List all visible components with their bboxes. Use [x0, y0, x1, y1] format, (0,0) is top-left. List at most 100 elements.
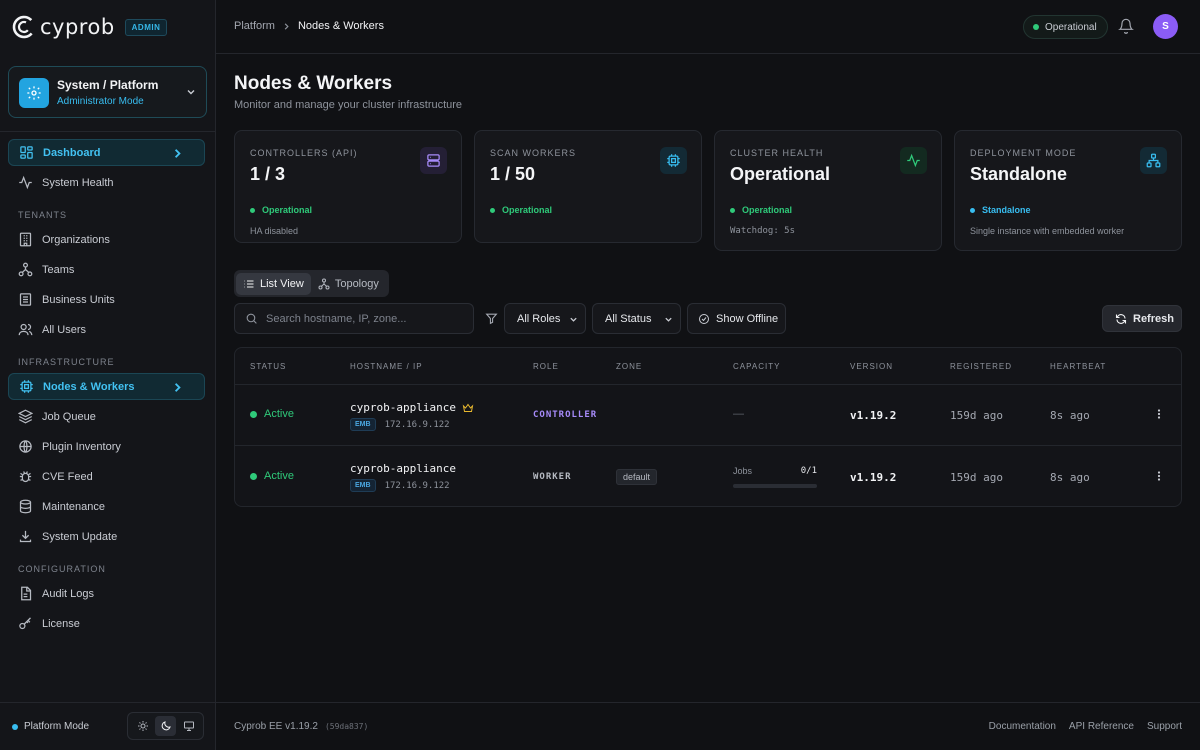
sidebar-item-label: Plugin Inventory — [42, 440, 121, 453]
more-options-icon[interactable] — [1153, 408, 1165, 420]
documentation-link[interactable]: Documentation — [989, 721, 1056, 732]
sidebar-item-all-users[interactable]: All Users — [8, 316, 205, 343]
network-icon — [1140, 147, 1167, 174]
file-icon — [21, 586, 32, 601]
dashboard-icon — [20, 146, 33, 159]
table-row[interactable]: Active cyprob-appliance EMB 172.16.9.122… — [235, 385, 1181, 446]
status-dot-icon — [250, 410, 257, 418]
refresh-icon — [1115, 313, 1127, 324]
download-icon — [19, 530, 32, 543]
show-offline-toggle[interactable]: Show Offline — [687, 303, 786, 334]
system-status-badge[interactable]: Operational — [1023, 15, 1108, 39]
building-icon — [19, 232, 32, 247]
column-header-status[interactable]: STATUS — [250, 362, 286, 371]
zone-badge: default — [616, 469, 658, 485]
search-input[interactable] — [266, 312, 466, 325]
system-status-label: Operational — [1045, 21, 1097, 33]
more-options-icon[interactable] — [1153, 470, 1165, 482]
context-subtitle: Administrator Mode — [57, 96, 144, 107]
sidebar-item-label: System Update — [42, 530, 118, 543]
node-hostname: cyprob-appliance — [350, 462, 456, 475]
context-switcher[interactable]: System / Platform Administrator Mode — [8, 66, 207, 118]
table-row[interactable]: Active cyprob-appliance EMB 172.16.9.122… — [235, 446, 1181, 507]
column-header-capacity[interactable]: CAPACITY — [733, 362, 780, 371]
footer-links: Documentation API Reference Support — [989, 721, 1182, 732]
sidebar-item-system-update[interactable]: System Update — [8, 523, 205, 550]
context-title: System / Platform — [57, 78, 159, 92]
sidebar-item-job-queue[interactable]: Job Queue — [8, 403, 205, 430]
column-header-hostname[interactable]: HOSTNAME / IP — [350, 362, 423, 371]
stat-value: Standalone — [970, 164, 1068, 184]
sidebar-item-plugin-inventory[interactable]: Plugin Inventory — [8, 433, 205, 460]
view-toggle: List View Topology — [234, 270, 389, 297]
topology-tab[interactable]: Topology — [311, 273, 386, 295]
role-filter-select[interactable]: All Roles — [504, 303, 586, 334]
sidebar-item-label: Business Units — [42, 293, 115, 306]
breadcrumb-current: Nodes & Workers — [297, 20, 384, 32]
column-header-registered[interactable]: REGISTERED — [950, 362, 1012, 371]
footer-divider — [216, 702, 1200, 703]
theme-system-button[interactable] — [178, 716, 199, 736]
node-capacity: Jobs 0/1 — [733, 466, 817, 488]
section-title-infrastructure: INFRASTRUCTURE — [18, 357, 115, 367]
stat-status-label: Standalone — [982, 205, 1031, 215]
stat-label: DEPLOYMENT MODE — [970, 148, 1077, 158]
stat-status-label: Operational — [262, 205, 313, 215]
node-status: Active — [250, 408, 294, 420]
column-header-role[interactable]: ROLE — [533, 362, 559, 371]
grid-icon — [19, 293, 32, 306]
sidebar-item-maintenance[interactable]: Maintenance — [8, 493, 205, 520]
sidebar-item-audit-logs[interactable]: Audit Logs — [8, 580, 205, 607]
capacity-value: 0/1 — [800, 466, 817, 476]
node-hostname: cyprob-appliance — [350, 401, 474, 414]
capacity-label: Jobs — [733, 466, 753, 476]
sidebar-item-license[interactable]: License — [8, 610, 205, 637]
user-avatar[interactable]: S — [1153, 14, 1178, 39]
theme-toggle — [127, 712, 204, 740]
search-icon — [246, 313, 257, 324]
status-dot-icon — [490, 207, 495, 213]
brand-logo[interactable]: cyprob ADMIN — [12, 14, 168, 40]
list-view-tab[interactable]: List View — [236, 272, 311, 295]
node-registered: 159d ago — [950, 409, 1003, 422]
sidebar-item-system-health[interactable]: System Health — [8, 169, 205, 196]
sidebar-item-teams[interactable]: Teams — [8, 256, 205, 283]
role-filter-value: All Roles — [517, 312, 561, 325]
sidebar-item-organizations[interactable]: Organizations — [8, 226, 205, 253]
sidebar-item-business-units[interactable]: Business Units — [8, 286, 205, 313]
stat-status: Operational — [730, 205, 792, 215]
bell-icon[interactable] — [1118, 18, 1134, 34]
top-header: Platform Nodes & Workers Operational S — [216, 0, 1200, 54]
topology-label: Topology — [334, 277, 379, 290]
sidebar-item-cve-feed[interactable]: CVE Feed — [8, 463, 205, 490]
nodes-table: STATUS HOSTNAME / IP ROLE ZONE CAPACITY … — [234, 347, 1182, 507]
column-header-version[interactable]: VERSION — [850, 362, 893, 371]
status-filter-select[interactable]: All Status — [592, 303, 681, 334]
search-field — [234, 303, 474, 334]
stat-note: Single instance with embedded worker — [970, 226, 1125, 236]
breadcrumb-platform[interactable]: Platform — [234, 20, 275, 32]
node-role: WORKER — [533, 472, 572, 482]
sidebar-divider — [0, 131, 215, 132]
node-status: Active — [250, 470, 294, 482]
refresh-button[interactable]: Refresh — [1102, 305, 1182, 332]
footer-version: Cyprob EE v1.19.2 (59da837) — [234, 721, 368, 732]
database-icon — [19, 499, 32, 514]
column-header-heartbeat[interactable]: HEARTBEAT — [1050, 362, 1106, 371]
sidebar-item-nodes-workers[interactable]: Nodes & Workers — [8, 373, 205, 400]
sidebar-item-label: System Health — [42, 176, 114, 189]
node-heartbeat: 8s ago — [1050, 471, 1090, 484]
api-reference-link[interactable]: API Reference — [1069, 721, 1134, 732]
globe-icon — [19, 440, 32, 453]
theme-dark-button[interactable] — [155, 716, 176, 736]
sidebar-item-label: Nodes & Workers — [43, 380, 135, 393]
sidebar-item-label: Maintenance — [42, 500, 105, 513]
column-header-zone[interactable]: ZONE — [616, 362, 642, 371]
sidebar-item-dashboard[interactable]: Dashboard — [8, 139, 205, 166]
stat-card-controllers: CONTROLLERS (API) 1 / 3 Operational HA d… — [234, 130, 462, 243]
users-icon — [18, 323, 33, 336]
stat-note: Watchdog: 5s — [730, 226, 796, 236]
support-link[interactable]: Support — [1147, 721, 1182, 732]
theme-light-button[interactable] — [132, 716, 153, 736]
node-ip: 172.16.9.122 — [384, 419, 450, 430]
